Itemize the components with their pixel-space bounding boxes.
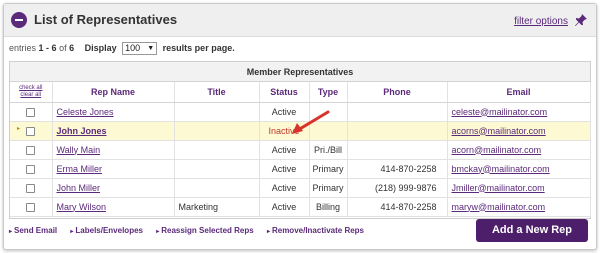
row-expand-marker-icon[interactable]: ▸	[17, 125, 20, 132]
table-caption: Member Representatives	[10, 62, 590, 82]
rep-phone	[347, 102, 448, 122]
labels-envelopes-label: Labels/Envelopes	[75, 226, 143, 235]
rep-title: Marketing	[174, 197, 260, 217]
bulk-actions-bar: ▸ Send Email ▸ Labels/Envelopes ▸ Reassign …	[9, 226, 375, 235]
rep-name-link[interactable]: Mary Wilson	[57, 202, 107, 212]
rep-type: Primary	[309, 178, 348, 198]
rep-email-link[interactable]: Jmiller@mailinator.com	[452, 183, 545, 193]
check-all-link[interactable]: check all	[10, 85, 52, 92]
rep-status: Active	[259, 197, 310, 217]
table-row: Erma Miller Active Primary 414-870-2258 …	[10, 159, 591, 179]
reassign-reps-action[interactable]: ▸ Reassign Selected Reps	[156, 226, 254, 235]
rep-title	[174, 159, 260, 179]
rep-email-link[interactable]: acorn@mailinator.com	[452, 145, 542, 155]
send-email-label: Send Email	[14, 226, 58, 235]
rep-status: Active	[259, 178, 310, 198]
rep-email-link[interactable]: bmckay@mailinator.com	[452, 164, 550, 174]
column-header-type[interactable]: Type	[309, 82, 348, 103]
rep-type	[309, 102, 348, 122]
rep-email-link[interactable]: acorns@mailinator.com	[452, 126, 546, 136]
rep-name-link[interactable]: Erma Miller	[57, 164, 103, 174]
pin-icon[interactable]	[574, 13, 588, 27]
triangle-bullet-icon: ▸	[266, 229, 270, 235]
representatives-table: check all clear all Rep Name Title Statu…	[10, 82, 591, 217]
rep-title	[174, 102, 260, 122]
panel-header: List of Representatives filter options	[4, 4, 596, 37]
display-label: Display	[84, 42, 117, 53]
rep-name-link[interactable]: John Jones	[57, 126, 107, 136]
representatives-table-container: Member Representatives check all clear a…	[9, 61, 591, 219]
rep-status: Active	[259, 159, 310, 179]
column-header-title[interactable]: Title	[174, 82, 260, 103]
reassign-reps-label: Reassign Selected Reps	[161, 226, 254, 235]
triangle-bullet-icon: ▸	[9, 229, 13, 235]
rep-email-link[interactable]: maryw@mailinator.com	[452, 202, 546, 212]
rep-phone: 414-870-2258	[347, 197, 448, 217]
paging-bar: entries 1 - 6 of 6 Display 100 results p…	[9, 42, 235, 55]
column-header-email[interactable]: Email	[447, 82, 591, 103]
table-row: Mary Wilson Marketing Active Billing 414…	[10, 197, 591, 217]
rep-title	[174, 178, 260, 198]
rep-phone	[347, 121, 448, 141]
table-row: Wally Main Active Pri./Bill acorn@mailin…	[10, 140, 591, 160]
rep-name-link[interactable]: Wally Main	[57, 145, 101, 155]
rep-type: Primary	[309, 159, 348, 179]
collapse-minus-icon[interactable]	[11, 12, 27, 28]
table-header-row: check all clear all Rep Name Title Statu…	[10, 82, 591, 103]
clear-all-link[interactable]: clear all	[10, 92, 52, 99]
of-label: of	[59, 42, 67, 53]
representatives-panel: List of Representatives filter options e…	[3, 3, 597, 250]
rep-email-link[interactable]: celeste@mailinator.com	[452, 107, 548, 117]
row-checkbox[interactable]	[26, 126, 36, 136]
remove-inactivate-action[interactable]: ▸ Remove/Inactivate Reps	[267, 226, 364, 235]
filter-options-link[interactable]: filter options	[514, 16, 568, 27]
table-row: Celeste Jones Active celeste@mailinator.…	[10, 102, 591, 122]
rep-status: Active	[259, 102, 310, 122]
table-row: John Miller Active Primary (218) 999-987…	[10, 178, 591, 198]
row-checkbox[interactable]	[26, 202, 36, 212]
table-row-highlighted: ▸ John Jones Inactive acorns@mailinator.…	[10, 121, 591, 141]
row-checkbox[interactable]	[26, 183, 36, 193]
rep-type: Billing	[309, 197, 348, 217]
add-new-rep-button[interactable]: Add a New Rep	[476, 219, 588, 242]
rep-type	[309, 121, 348, 141]
rep-title	[174, 140, 260, 160]
rep-phone	[347, 140, 448, 160]
row-checkbox[interactable]	[26, 164, 36, 174]
rep-phone: (218) 999-9876	[347, 178, 448, 198]
check-clear-header: check all clear all	[10, 82, 53, 103]
send-email-action[interactable]: ▸ Send Email	[9, 226, 57, 235]
rep-status: Active	[259, 140, 310, 160]
column-header-rep-name[interactable]: Rep Name	[52, 82, 175, 103]
entries-label: entries	[9, 42, 37, 53]
rep-title	[174, 121, 260, 141]
triangle-bullet-icon: ▸	[70, 229, 74, 235]
rep-name-link[interactable]: John Miller	[57, 183, 101, 193]
triangle-bullet-icon: ▸	[156, 229, 160, 235]
column-header-status[interactable]: Status	[259, 82, 310, 103]
entries-range: 1 - 6	[38, 42, 57, 53]
panel-title: List of Representatives	[34, 12, 178, 27]
per-page-select[interactable]: 100	[122, 42, 158, 55]
entries-total: 6	[69, 42, 75, 53]
remove-inactivate-label: Remove/Inactivate Reps	[271, 226, 365, 235]
rep-type: Pri./Bill	[309, 140, 348, 160]
column-header-phone[interactable]: Phone	[347, 82, 448, 103]
labels-envelopes-action[interactable]: ▸ Labels/Envelopes	[70, 226, 143, 235]
rep-name-link[interactable]: Celeste Jones	[57, 107, 114, 117]
rep-status-inactive: Inactive	[259, 121, 310, 141]
row-checkbox[interactable]	[26, 107, 36, 117]
row-checkbox[interactable]	[26, 145, 36, 155]
results-per-page-label: results per page.	[162, 42, 235, 53]
rep-phone: 414-870-2258	[347, 159, 448, 179]
